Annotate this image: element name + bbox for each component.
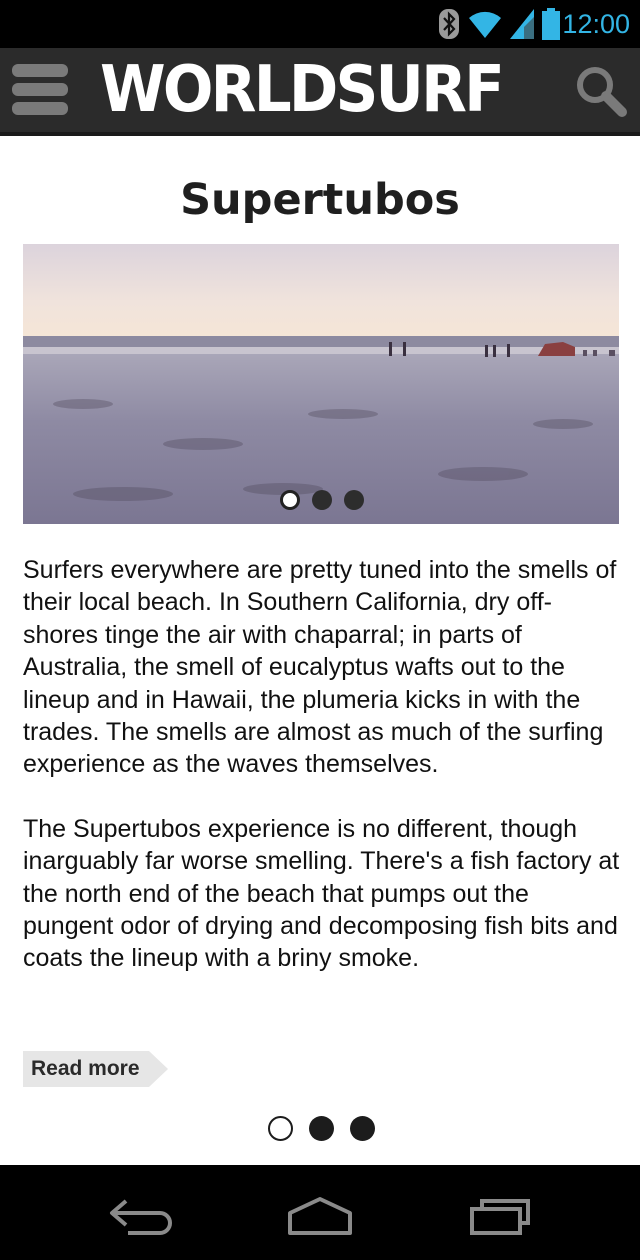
read-more-button[interactable]: Read more xyxy=(23,1051,168,1087)
carousel-dot[interactable] xyxy=(312,490,332,510)
article-paragraph: The Supertubos experience is no differen… xyxy=(23,814,620,973)
bluetooth-icon xyxy=(439,9,459,39)
page-indicator xyxy=(268,1116,375,1141)
beach-photo xyxy=(23,244,619,524)
hero-image-carousel[interactable] xyxy=(23,244,619,524)
page-dot[interactable] xyxy=(309,1116,334,1141)
recent-apps-icon[interactable] xyxy=(464,1193,544,1237)
page-dot[interactable] xyxy=(268,1116,293,1141)
back-icon[interactable] xyxy=(104,1193,184,1237)
carousel-dot[interactable] xyxy=(344,490,364,510)
system-nav-bar xyxy=(0,1165,640,1260)
home-icon[interactable] xyxy=(282,1193,362,1237)
page-dot[interactable] xyxy=(350,1116,375,1141)
article-title: Supertubos xyxy=(180,175,460,225)
status-icons xyxy=(438,8,560,40)
worldsurf-logo[interactable]: WORLDSURF xyxy=(100,52,505,128)
carousel-dot[interactable] xyxy=(280,490,300,510)
hamburger-menu-icon[interactable] xyxy=(12,64,68,116)
search-icon[interactable] xyxy=(574,64,628,118)
battery-icon xyxy=(542,8,560,40)
status-bar: 12:00 xyxy=(0,0,640,48)
signal-icon xyxy=(510,9,534,39)
article-body: Surfers everywhere are pretty tuned into… xyxy=(23,554,623,1007)
wifi-icon xyxy=(469,11,501,39)
app-header: WORLDSURF xyxy=(0,48,640,136)
article-paragraph: Surfers everywhere are pretty tuned into… xyxy=(23,556,617,779)
clock: 12:00 xyxy=(562,9,630,39)
carousel-indicator xyxy=(280,490,364,510)
